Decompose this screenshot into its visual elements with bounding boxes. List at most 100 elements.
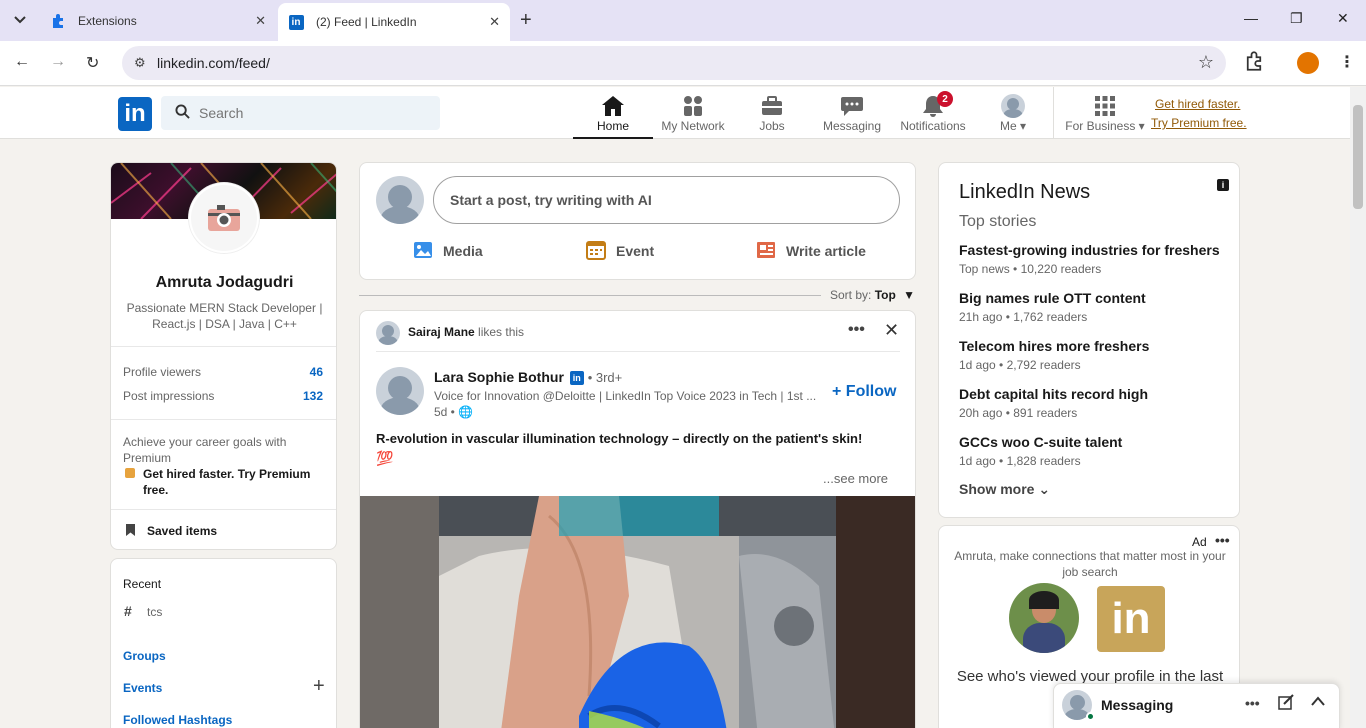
messaging-options-icon[interactable]: •••	[1245, 695, 1260, 711]
image-side-right	[836, 496, 915, 728]
ad-user-photo	[1009, 583, 1079, 653]
media-button[interactable]: Media	[443, 243, 483, 259]
show-more-button[interactable]: Show more ⌄	[959, 481, 1050, 498]
stat-value-viewers[interactable]: 46	[310, 365, 323, 379]
people-icon	[653, 93, 733, 119]
composer-avatar[interactable]	[376, 176, 424, 224]
more-options-icon[interactable]: •••	[848, 321, 865, 339]
linkedin-logo-icon[interactable]: in	[118, 97, 152, 131]
close-tab-icon[interactable]: ✕	[489, 14, 500, 30]
forward-arrow-icon[interactable]: →	[50, 53, 66, 71]
page-scrollbar[interactable]	[1350, 87, 1366, 728]
browser-menu-icon[interactable]: ⋮	[1339, 52, 1355, 72]
nav-jobs[interactable]: Jobs	[732, 93, 812, 139]
tab-extensions[interactable]: Extensions ✕	[40, 0, 276, 41]
media-icon	[413, 241, 433, 262]
nav-messaging-label: Messaging	[822, 119, 882, 133]
chevron-up-icon[interactable]	[1310, 695, 1326, 710]
close-window-icon[interactable]: ✕	[1337, 10, 1349, 27]
profile-avatar-icon[interactable]	[1297, 52, 1319, 74]
post-card: Sairaj Mane likes this ••• ✕ Lara Sophie…	[359, 310, 916, 728]
add-event-icon[interactable]: +	[313, 675, 325, 698]
followed-hashtags-link[interactable]: Followed Hashtags	[123, 713, 232, 727]
info-icon[interactable]: i	[1217, 179, 1229, 191]
news-item[interactable]: GCCs woo C-suite talent 1d ago • 1,828 r…	[959, 434, 1122, 468]
news-item[interactable]: Debt capital hits record high 20h ago • …	[959, 386, 1148, 420]
follow-button[interactable]: + Follow	[832, 383, 896, 401]
scrollbar-thumb[interactable]	[1353, 105, 1363, 209]
event-button[interactable]: Event	[616, 243, 654, 259]
extensions-icon[interactable]	[1244, 51, 1264, 76]
author-avatar[interactable]	[376, 367, 424, 415]
news-item[interactable]: Telecom hires more freshers 1d ago • 2,7…	[959, 338, 1149, 372]
reload-icon[interactable]: ↻	[86, 53, 99, 73]
start-post-button[interactable]: Start a post, try writing with AI	[433, 176, 900, 224]
divider	[111, 346, 336, 347]
recent-title: Recent	[123, 577, 162, 591]
ad-options-icon[interactable]: •••	[1215, 532, 1230, 548]
url-text[interactable]: linkedin.com/feed/	[157, 55, 270, 71]
bookmark-icon	[125, 523, 136, 540]
author-row: Lara Sophie Bothur in • 3rd+	[434, 369, 623, 386]
search-box[interactable]	[161, 96, 440, 130]
stat-value-impressions[interactable]: 132	[303, 389, 323, 403]
news-item[interactable]: Big names rule OTT content 21h ago • 1,7…	[959, 290, 1146, 324]
nav-home[interactable]: Home	[573, 93, 653, 139]
news-item[interactable]: Fastest-growing industries for freshers …	[959, 242, 1220, 276]
nav-my-network[interactable]: My Network	[653, 93, 733, 139]
search-input[interactable]	[199, 96, 429, 130]
site-info-icon[interactable]: ⚙	[134, 55, 146, 71]
home-icon	[573, 93, 653, 119]
bookmark-star-icon[interactable]: ☆	[1198, 52, 1214, 73]
premium-link-line2[interactable]: Try Premium free.	[1151, 116, 1247, 130]
address-bar[interactable]: ⚙ linkedin.com/feed/ ☆	[122, 46, 1226, 80]
tab-title: (2) Feed | LinkedIn	[316, 15, 417, 29]
nav-home-label: Home	[596, 119, 629, 133]
events-link[interactable]: Events	[123, 681, 162, 695]
author-name[interactable]: Lara Sophie Bothur	[434, 369, 564, 385]
restore-icon[interactable]: ❐	[1290, 10, 1303, 27]
actor-avatar[interactable]	[376, 321, 400, 345]
nav-notifications[interactable]: 2 Notifications	[893, 91, 973, 139]
connection-degree: • 3rd+	[587, 370, 623, 385]
profile-name[interactable]: Amruta Jodagudri	[111, 274, 336, 292]
post-image[interactable]	[360, 496, 915, 728]
show-more-label: Show more	[959, 481, 1035, 497]
saved-items-link[interactable]: Saved items	[147, 524, 217, 538]
nav-messaging[interactable]: Messaging	[812, 93, 892, 139]
sort-control[interactable]: Sort by: Top ▼	[830, 288, 915, 302]
briefcase-icon	[732, 93, 812, 119]
nav-for-business[interactable]: For Business ▾	[1064, 93, 1146, 139]
dismiss-icon[interactable]: ✕	[884, 320, 899, 341]
profile-avatar[interactable]	[189, 183, 259, 253]
close-tab-icon[interactable]: ✕	[255, 13, 266, 29]
recent-item[interactable]: tcs	[147, 605, 162, 619]
groups-link[interactable]: Groups	[123, 649, 166, 663]
premium-cta[interactable]: Get hired faster. Try Premium free.	[143, 466, 323, 498]
back-arrow-icon[interactable]: ←	[14, 53, 30, 71]
premium-link-line1[interactable]: Get hired faster.	[1155, 97, 1240, 111]
tab-search-button[interactable]	[8, 8, 32, 32]
browser-toolbar: ← → ↻ ⚙ linkedin.com/feed/ ☆ ⋮	[0, 41, 1366, 86]
see-more-link[interactable]: ...see more	[823, 471, 888, 486]
composer-card: Start a post, try writing with AI Media …	[359, 162, 916, 280]
tab-title: Extensions	[78, 13, 137, 28]
divider	[111, 419, 336, 420]
stat-label-impressions[interactable]: Post impressions	[123, 389, 214, 403]
actor-name[interactable]: Sairaj Mane	[408, 325, 475, 339]
stat-label-viewers[interactable]: Profile viewers	[123, 365, 201, 379]
nav-me[interactable]: Me ▾	[973, 93, 1053, 139]
messaging-overlay[interactable]: Messaging •••	[1053, 683, 1340, 728]
minimize-icon[interactable]: —	[1244, 10, 1258, 26]
ad-text: Amruta, make connections that matter mos…	[954, 549, 1226, 579]
linkedin-header: in Home My Network Jobs Messaging 2	[0, 87, 1350, 139]
new-tab-button[interactable]: +	[520, 10, 532, 30]
linkedin-badge-icon: in	[569, 371, 584, 386]
compose-icon[interactable]	[1278, 694, 1294, 713]
calendar-icon	[586, 240, 606, 263]
plus-icon: +	[832, 383, 842, 400]
write-article-button[interactable]: Write article	[786, 243, 866, 259]
chat-bubble-icon	[812, 93, 892, 119]
news-meta: Top news • 10,220 readers	[959, 262, 1102, 276]
tab-linkedin[interactable]: in (2) Feed | LinkedIn ✕	[278, 3, 510, 41]
